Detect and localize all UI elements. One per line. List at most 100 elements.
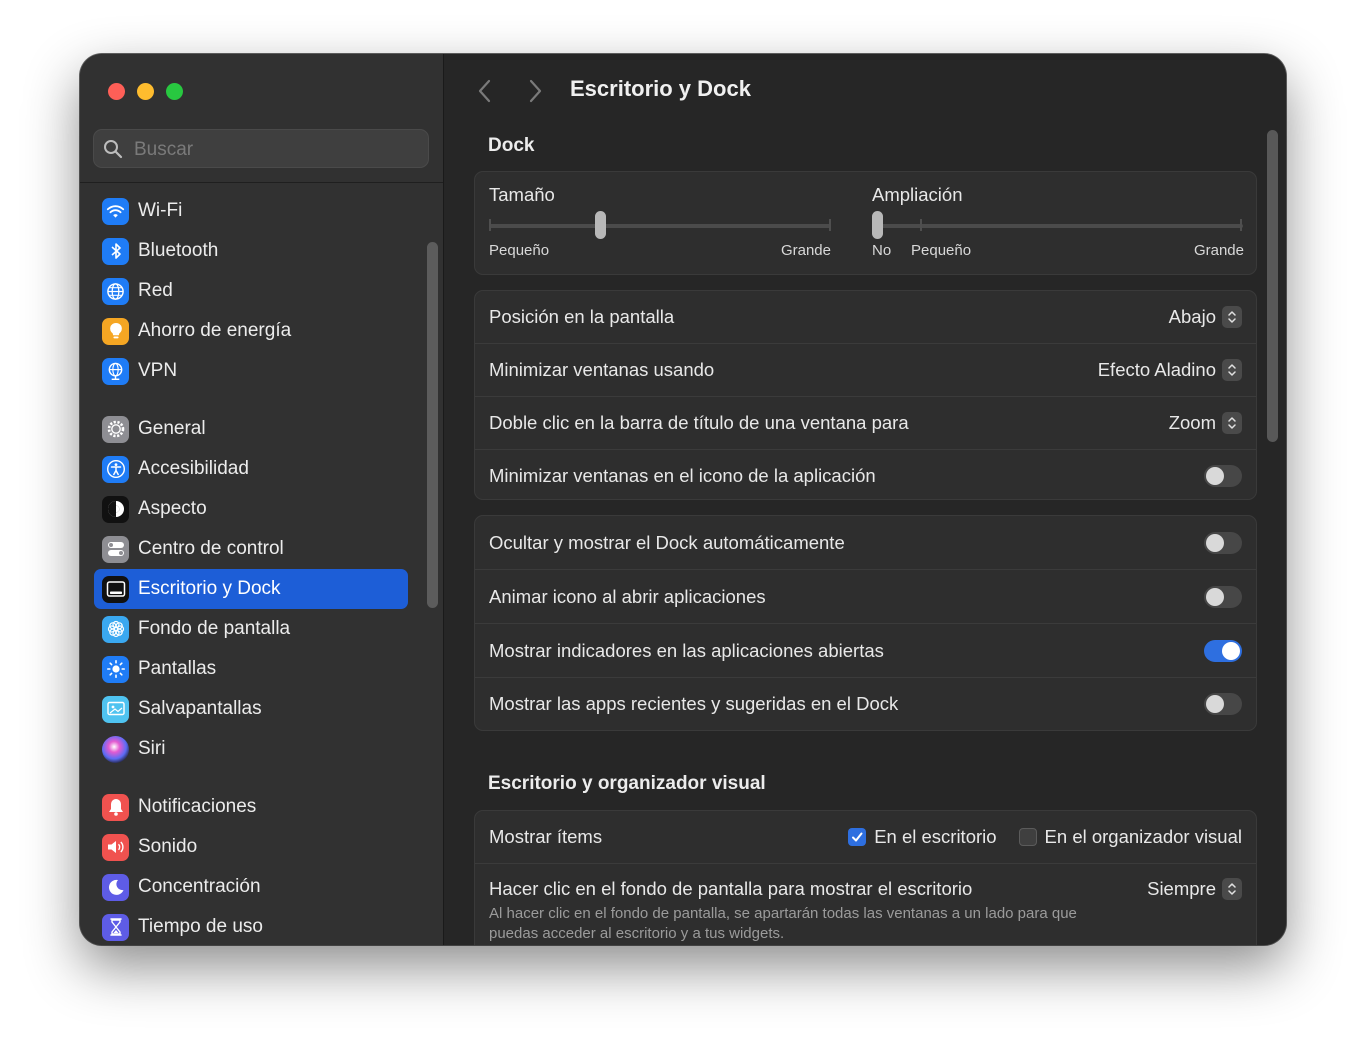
sidebar-item-salvapantallas[interactable]: Salvapantallas: [94, 689, 408, 729]
sidebar-item-label: Salvapantallas: [138, 698, 262, 719]
position-label: Posición en la pantalla: [489, 306, 675, 327]
size-slider-tick: [489, 219, 491, 231]
siri-icon: [102, 735, 129, 763]
sidebar-item-ahorro-energia[interactable]: Ahorro de energía: [94, 311, 408, 351]
sidebar-item-tiempo-uso[interactable]: Tiempo de uso: [94, 907, 408, 945]
show-in-stage-option[interactable]: En el organizador visual: [1018, 826, 1242, 848]
sidebar-item-sonido[interactable]: Sonido: [94, 827, 408, 867]
sidebar-item-pantallas[interactable]: Pantallas: [94, 649, 408, 689]
toggle-knob: [1206, 695, 1224, 713]
sidebar-item-escritorio-dock[interactable]: Escritorio y Dock: [94, 569, 408, 609]
sidebar-item-aspecto[interactable]: Aspecto: [94, 489, 408, 529]
size-slider-tick: [829, 219, 831, 231]
magnification-slider-label: Ampliación: [872, 184, 963, 205]
sidebar-item-label: General: [138, 418, 206, 439]
sidebar-item-fondo-pantalla[interactable]: Fondo de pantalla: [94, 609, 408, 649]
magnification-max-label: Grande: [1193, 242, 1244, 259]
hourglass-icon: [102, 913, 129, 941]
search-input[interactable]: [132, 136, 416, 164]
size-slider-track[interactable]: [489, 224, 831, 228]
show-on-desktop-option[interactable]: En el escritorio: [848, 826, 997, 848]
show-items-options: En el escritorio En el organizador visua…: [848, 826, 1242, 848]
page-title: Escritorio y Dock: [570, 76, 751, 101]
globe-network-icon: [102, 357, 129, 385]
dock-icon: [102, 575, 129, 603]
animate-toggle[interactable]: [1204, 585, 1242, 608]
sidebar-item-label: Wi-Fi: [138, 200, 183, 221]
sidebar-item-concentracion[interactable]: Concentración: [94, 867, 408, 907]
magnification-min-label: Pequeño: [911, 242, 972, 259]
bluetooth-icon: [102, 237, 129, 265]
minimize-button[interactable]: [137, 83, 154, 100]
search-icon: [104, 140, 123, 159]
show-items-row: Mostrar ítems En el escritorio En el org…: [475, 811, 1256, 863]
sidebar-item-bluetooth[interactable]: Bluetooth: [94, 231, 408, 271]
double-click-value: Zoom: [1168, 412, 1216, 433]
sidebar-item-wifi[interactable]: Wi-Fi: [94, 191, 408, 231]
recent-apps-toggle[interactable]: [1204, 693, 1242, 715]
sidebar-item-label: Ahorro de energía: [138, 320, 292, 341]
indicators-label: Mostrar indicadores en las aplicaciones …: [489, 639, 884, 661]
sidebar-scrollbar[interactable]: [427, 242, 438, 608]
recent-apps-label: Mostrar las apps recientes y sugeridas e…: [489, 693, 899, 714]
sidebar-item-red[interactable]: Red: [94, 271, 408, 311]
screensaver-icon: [102, 695, 129, 723]
toggle-knob: [1206, 533, 1224, 552]
desktop-section-title: Escritorio y organizador visual: [488, 773, 766, 794]
magnification-slider-tick: [1240, 219, 1242, 231]
size-slider-thumb[interactable]: [594, 211, 606, 239]
settings-window: Wi-Fi Bluetooth Red Ahorro de energía: [80, 54, 1286, 945]
forward-chevron-icon[interactable]: [526, 78, 544, 104]
toggle-knob: [1206, 587, 1224, 606]
sidebar-item-label: Tiempo de uso: [138, 916, 263, 937]
toggle-knob: [1206, 466, 1224, 485]
sidebar-item-label: Concentración: [138, 876, 261, 897]
sidebar-item-centro-control[interactable]: Centro de control: [94, 529, 408, 569]
sidebar-item-general[interactable]: General: [94, 409, 408, 449]
sun-icon: [102, 655, 129, 683]
desktop-box: Mostrar ítems En el escritorio En el org…: [474, 810, 1257, 945]
accessibility-icon: [102, 455, 129, 483]
double-click-row: Doble clic en la barra de título de una …: [475, 396, 1256, 449]
sidebar-item-label: Centro de control: [138, 538, 284, 559]
click-wallpaper-text: Hacer clic en el fondo de pantalla para …: [489, 878, 1129, 944]
wifi-icon: [102, 197, 129, 225]
indicators-row: Mostrar indicadores en las aplicaciones …: [475, 623, 1256, 677]
minimize-into-app-toggle[interactable]: [1204, 464, 1242, 487]
sidebar-item-accesibilidad[interactable]: Accesibilidad: [94, 449, 408, 489]
show-in-stage-checkbox[interactable]: [1018, 828, 1037, 846]
show-in-stage-label: En el organizador visual: [1044, 826, 1242, 847]
speaker-icon: [102, 833, 129, 861]
sidebar-item-label: VPN: [138, 360, 178, 381]
control-center-icon: [102, 535, 129, 563]
animate-label: Animar icono al abrir aplicaciones: [489, 585, 766, 607]
autohide-toggle[interactable]: [1204, 531, 1242, 554]
zoom-button[interactable]: [166, 83, 183, 100]
appearance-icon: [102, 495, 129, 523]
bell-icon: [102, 793, 129, 821]
search-field[interactable]: [93, 129, 429, 168]
indicators-toggle[interactable]: [1204, 639, 1242, 662]
magnification-slider-track[interactable]: [872, 224, 1243, 228]
main-scrollbar[interactable]: [1267, 130, 1278, 442]
back-chevron-icon[interactable]: [476, 78, 494, 104]
sidebar-divider: [80, 182, 443, 183]
minimize-effect-row: Minimizar ventanas usando Efecto Aladino: [475, 343, 1256, 396]
sidebar-item-notificaciones[interactable]: Notificaciones: [94, 787, 408, 827]
animate-row: Animar icono al abrir aplicaciones: [475, 569, 1256, 623]
updown-chevron-icon: [1222, 412, 1242, 434]
position-popup[interactable]: Abajo: [1169, 306, 1242, 328]
click-wallpaper-popup[interactable]: Siempre: [1147, 878, 1242, 900]
double-click-popup[interactable]: Zoom: [1169, 412, 1242, 434]
show-on-desktop-checkbox[interactable]: [848, 828, 867, 846]
updown-chevron-icon: [1222, 306, 1242, 328]
minimize-effect-popup[interactable]: Efecto Aladino: [1098, 359, 1242, 381]
magnification-slider-thumb[interactable]: [872, 211, 883, 239]
close-button[interactable]: [108, 83, 125, 100]
sidebar-item-siri[interactable]: Siri: [94, 729, 408, 769]
wallpaper-icon: [102, 615, 129, 643]
autohide-label: Ocultar y mostrar el Dock automáticament…: [489, 531, 845, 553]
sidebar: Wi-Fi Bluetooth Red Ahorro de energía: [80, 54, 444, 945]
click-wallpaper-label: Hacer clic en el fondo de pantalla para …: [489, 878, 973, 899]
sidebar-item-vpn[interactable]: VPN: [94, 351, 408, 391]
